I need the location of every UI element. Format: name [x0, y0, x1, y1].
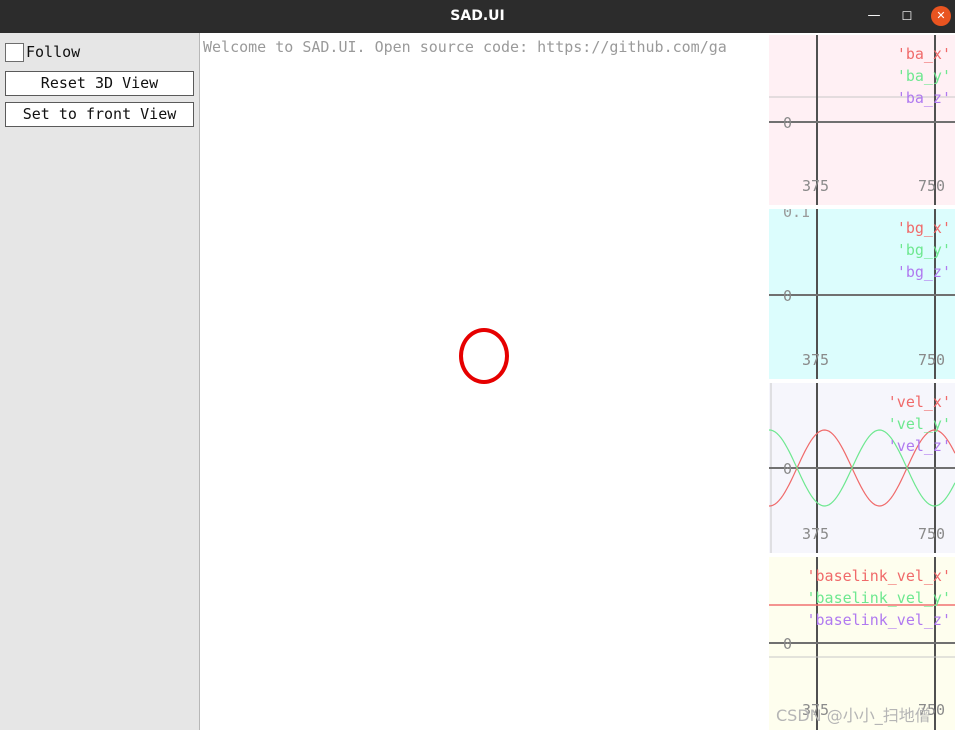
title-bar: SAD.UI — ☐ ✕ — [0, 0, 955, 33]
maximize-button[interactable]: ☐ — [897, 6, 917, 26]
welcome-message: Welcome to SAD.UI. Open source code: htt… — [203, 38, 727, 56]
y-tick-label: 0 — [783, 287, 792, 305]
legend-entry: 'bg_x' — [897, 219, 951, 237]
x-tick-label: 750 — [918, 351, 945, 369]
plot-bg[interactable]: 0.1 0 375 750 'bg_x' 'bg_y' 'bg_z' — [769, 209, 955, 379]
control-panel: Follow Reset 3D View Set to front View — [0, 33, 200, 730]
legend-entry: 'bg_y' — [897, 241, 951, 259]
y-tick-label: 0 — [783, 460, 792, 478]
minimize-button[interactable]: — — [864, 6, 884, 26]
window-title: SAD.UI — [450, 8, 505, 24]
follow-option[interactable]: Follow — [5, 42, 80, 62]
y-tick-label: 0 — [783, 635, 792, 653]
follow-checkbox[interactable] — [5, 42, 24, 62]
y-tick-label: 0.1 — [783, 209, 810, 221]
legend-entry: 'bg_z' — [897, 263, 951, 281]
x-tick-label: 375 — [802, 525, 829, 543]
y-tick-label: 0 — [783, 114, 792, 132]
plot-ba[interactable]: 0 375 750 'ba_x' 'ba_y' 'ba_z' — [769, 35, 955, 205]
position-marker — [459, 328, 509, 384]
plot-vel[interactable]: 0 375 750 'vel_x' 'vel_y' 'vel_z' — [769, 383, 955, 553]
plot-vel-canvas: 0 375 750 'vel_x' 'vel_y' 'vel_z' — [769, 383, 955, 553]
legend-entry: 'baselink_vel_x' — [807, 567, 952, 585]
set-front-view-button[interactable]: Set to front View — [5, 102, 194, 127]
x-tick-label: 375 — [802, 177, 829, 195]
reset-3d-view-button[interactable]: Reset 3D View — [5, 71, 194, 96]
legend-entry: 'ba_y' — [897, 67, 951, 85]
follow-label: Follow — [26, 43, 81, 61]
x-tick-label: 750 — [918, 525, 945, 543]
plot-bg-canvas: 0.1 0 375 750 'bg_x' 'bg_y' 'bg_z' — [769, 209, 955, 379]
x-tick-label: 750 — [918, 177, 945, 195]
x-tick-label: 375 — [802, 351, 829, 369]
close-button[interactable]: ✕ — [931, 6, 951, 26]
legend-entry: 'vel_y' — [888, 415, 951, 433]
3d-view-canvas[interactable]: Welcome to SAD.UI. Open source code: htt… — [201, 33, 769, 730]
legend-entry: 'ba_z' — [897, 89, 951, 107]
legend-entry: 'ba_x' — [897, 45, 951, 63]
watermark: CSDN @小小_扫地僧 — [776, 706, 931, 725]
legend-entry: 'baselink_vel_z' — [807, 611, 952, 629]
legend-entry: 'vel_x' — [888, 393, 951, 411]
legend-entry: 'vel_z' — [888, 437, 951, 455]
legend-entry: 'baselink_vel_y' — [807, 589, 952, 607]
plot-ba-canvas: 0 375 750 'ba_x' 'ba_y' 'ba_z' — [769, 35, 955, 205]
